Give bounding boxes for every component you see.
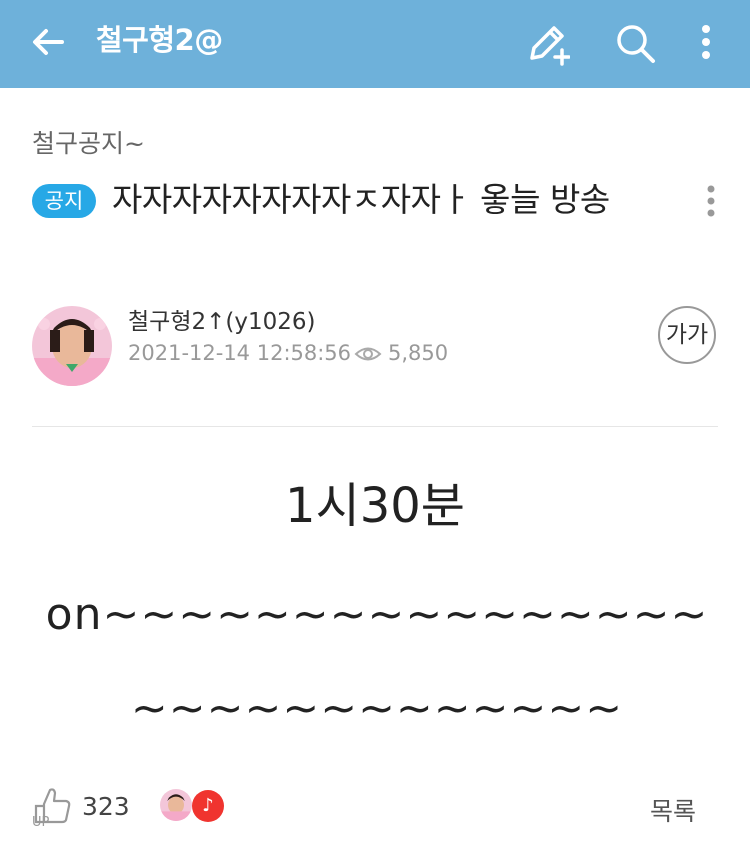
list-button[interactable]: 목록 bbox=[650, 792, 696, 828]
write-post-icon[interactable] bbox=[524, 20, 570, 66]
font-size-button[interactable]: 가가 bbox=[658, 306, 716, 364]
svg-text:UP: UP bbox=[32, 815, 50, 828]
reactor-avatar bbox=[160, 789, 192, 821]
post-body-time: 1시30분 bbox=[285, 478, 465, 534]
view-count: 5,850 bbox=[388, 341, 449, 365]
search-icon[interactable] bbox=[612, 20, 658, 66]
cafe-title[interactable]: 철구형2@ bbox=[96, 20, 223, 60]
divider bbox=[32, 426, 718, 427]
author-name[interactable]: 철구형2↑(y1026) bbox=[128, 302, 315, 336]
more-vertical-icon[interactable] bbox=[684, 20, 730, 66]
eye-icon bbox=[354, 347, 382, 361]
app-header: 철구형2@ bbox=[0, 0, 750, 88]
post-date: 2021-12-14 12:58:56 bbox=[128, 341, 352, 365]
author-avatar[interactable] bbox=[32, 306, 112, 386]
thumbs-up-icon[interactable]: UP bbox=[30, 782, 76, 828]
post-category[interactable]: 철구공지~ bbox=[32, 124, 145, 160]
like-count: 323 bbox=[82, 792, 130, 821]
post-body-text: on~~~~~~~~~~~~~~~~~~~~~~~~~~~~~ bbox=[45, 589, 709, 734]
reaction-badge: ♪ bbox=[192, 790, 224, 822]
post-title: 자자자자자자자자ㅈ자자ㅏ 옿늘 방송 bbox=[112, 180, 610, 219]
back-arrow-icon[interactable] bbox=[28, 22, 68, 62]
post-more-icon[interactable] bbox=[694, 182, 728, 222]
notice-badge: 공지 bbox=[32, 184, 96, 218]
